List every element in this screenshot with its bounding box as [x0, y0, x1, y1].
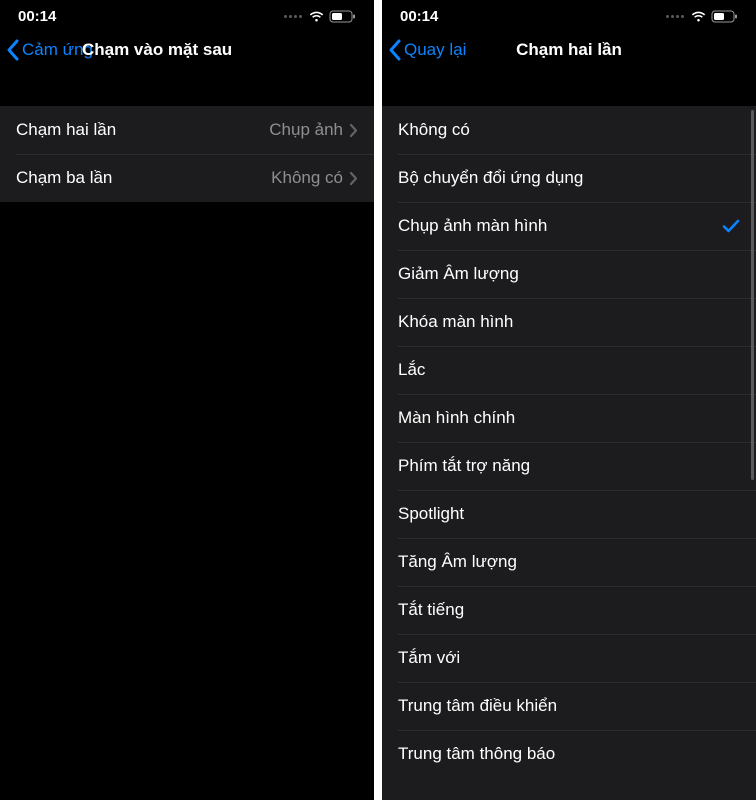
- row-label: Chạm ba lần: [16, 168, 271, 188]
- option-label: Chụp ảnh màn hình: [398, 216, 722, 236]
- option-label: Tăng Âm lượng: [398, 552, 740, 572]
- row-triple-tap[interactable]: Chạm ba lần Không có: [0, 154, 374, 202]
- wifi-icon: [308, 10, 325, 22]
- option-label: Không có: [398, 120, 740, 140]
- option-row[interactable]: Không có: [382, 106, 756, 154]
- section-spacer: [382, 72, 756, 106]
- cellular-dots-icon: [284, 15, 302, 18]
- option-row[interactable]: Tắm với: [382, 634, 756, 682]
- option-row[interactable]: Tắt tiếng: [382, 586, 756, 634]
- nav-title: Chạm hai lần: [516, 40, 622, 60]
- option-row[interactable]: Khóa màn hình: [382, 298, 756, 346]
- option-row[interactable]: Trung tâm điều khiển: [382, 682, 756, 730]
- row-label: Chạm hai lần: [16, 120, 269, 140]
- option-label: Màn hình chính: [398, 408, 740, 428]
- checkmark-icon: [722, 218, 740, 234]
- option-row[interactable]: Tăng Âm lượng: [382, 538, 756, 586]
- option-label: Khóa màn hình: [398, 312, 740, 332]
- status-time: 00:14: [400, 8, 438, 25]
- option-row[interactable]: Phím tắt trợ năng: [382, 442, 756, 490]
- option-label: Spotlight: [398, 504, 740, 524]
- option-label: Bộ chuyển đổi ứng dụng: [398, 168, 740, 188]
- option-label: Lắc: [398, 360, 740, 380]
- status-time: 00:14: [18, 8, 56, 25]
- option-label: Tắt tiếng: [398, 600, 740, 620]
- option-label: Trung tâm điều khiển: [398, 696, 740, 716]
- phone-left: 00:14 Cảm ứng Chạm vào mặt sau Chạm hai …: [0, 0, 374, 800]
- options-list: Không có Bộ chuyển đổi ứng dụng Chụp ảnh m…: [382, 106, 756, 800]
- status-right: [284, 10, 356, 23]
- empty-area: [0, 202, 374, 800]
- option-row[interactable]: Spotlight: [382, 490, 756, 538]
- chevron-right-icon: [349, 171, 358, 186]
- row-double-tap[interactable]: Chạm hai lần Chụp ảnh: [0, 106, 374, 154]
- section-spacer: [0, 72, 374, 106]
- option-row[interactable]: Chụp ảnh màn hình: [382, 202, 756, 250]
- chevron-right-icon: [349, 123, 358, 138]
- option-label: Giảm Âm lượng: [398, 264, 740, 284]
- scrollbar[interactable]: [751, 110, 754, 480]
- option-row[interactable]: Trung tâm thông báo: [382, 730, 756, 778]
- nav-bar: Cảm ứng Chạm vào mặt sau: [0, 28, 374, 72]
- status-bar: 00:14: [382, 0, 756, 28]
- option-label: Phím tắt trợ năng: [398, 456, 740, 476]
- wifi-icon: [690, 10, 707, 22]
- row-value: Chụp ảnh: [269, 120, 343, 140]
- back-button[interactable]: Quay lại: [388, 39, 466, 61]
- status-bar: 00:14: [0, 0, 374, 28]
- back-label: Quay lại: [404, 40, 466, 60]
- cellular-dots-icon: [666, 15, 684, 18]
- phone-right: 00:14 Quay lại Chạm hai lần Không có Bộ c…: [382, 0, 756, 800]
- option-label: Tắm với: [398, 648, 740, 668]
- chevron-left-icon: [388, 39, 402, 61]
- option-row[interactable]: Lắc: [382, 346, 756, 394]
- option-row[interactable]: Bộ chuyển đổi ứng dụng: [382, 154, 756, 202]
- option-row[interactable]: Giảm Âm lượng: [382, 250, 756, 298]
- options-scroll-area: Không có Bộ chuyển đổi ứng dụng Chụp ảnh m…: [382, 106, 756, 800]
- back-button[interactable]: Cảm ứng: [6, 39, 93, 61]
- row-value: Không có: [271, 168, 343, 188]
- chevron-left-icon: [6, 39, 20, 61]
- nav-title: Chạm vào mặt sau: [82, 40, 232, 60]
- battery-icon: [711, 10, 738, 23]
- option-row[interactable]: Màn hình chính: [382, 394, 756, 442]
- status-right: [666, 10, 738, 23]
- settings-list: Chạm hai lần Chụp ảnh Chạm ba lần Không …: [0, 106, 374, 202]
- option-label: Trung tâm thông báo: [398, 744, 740, 764]
- battery-icon: [329, 10, 356, 23]
- nav-bar: Quay lại Chạm hai lần: [382, 28, 756, 72]
